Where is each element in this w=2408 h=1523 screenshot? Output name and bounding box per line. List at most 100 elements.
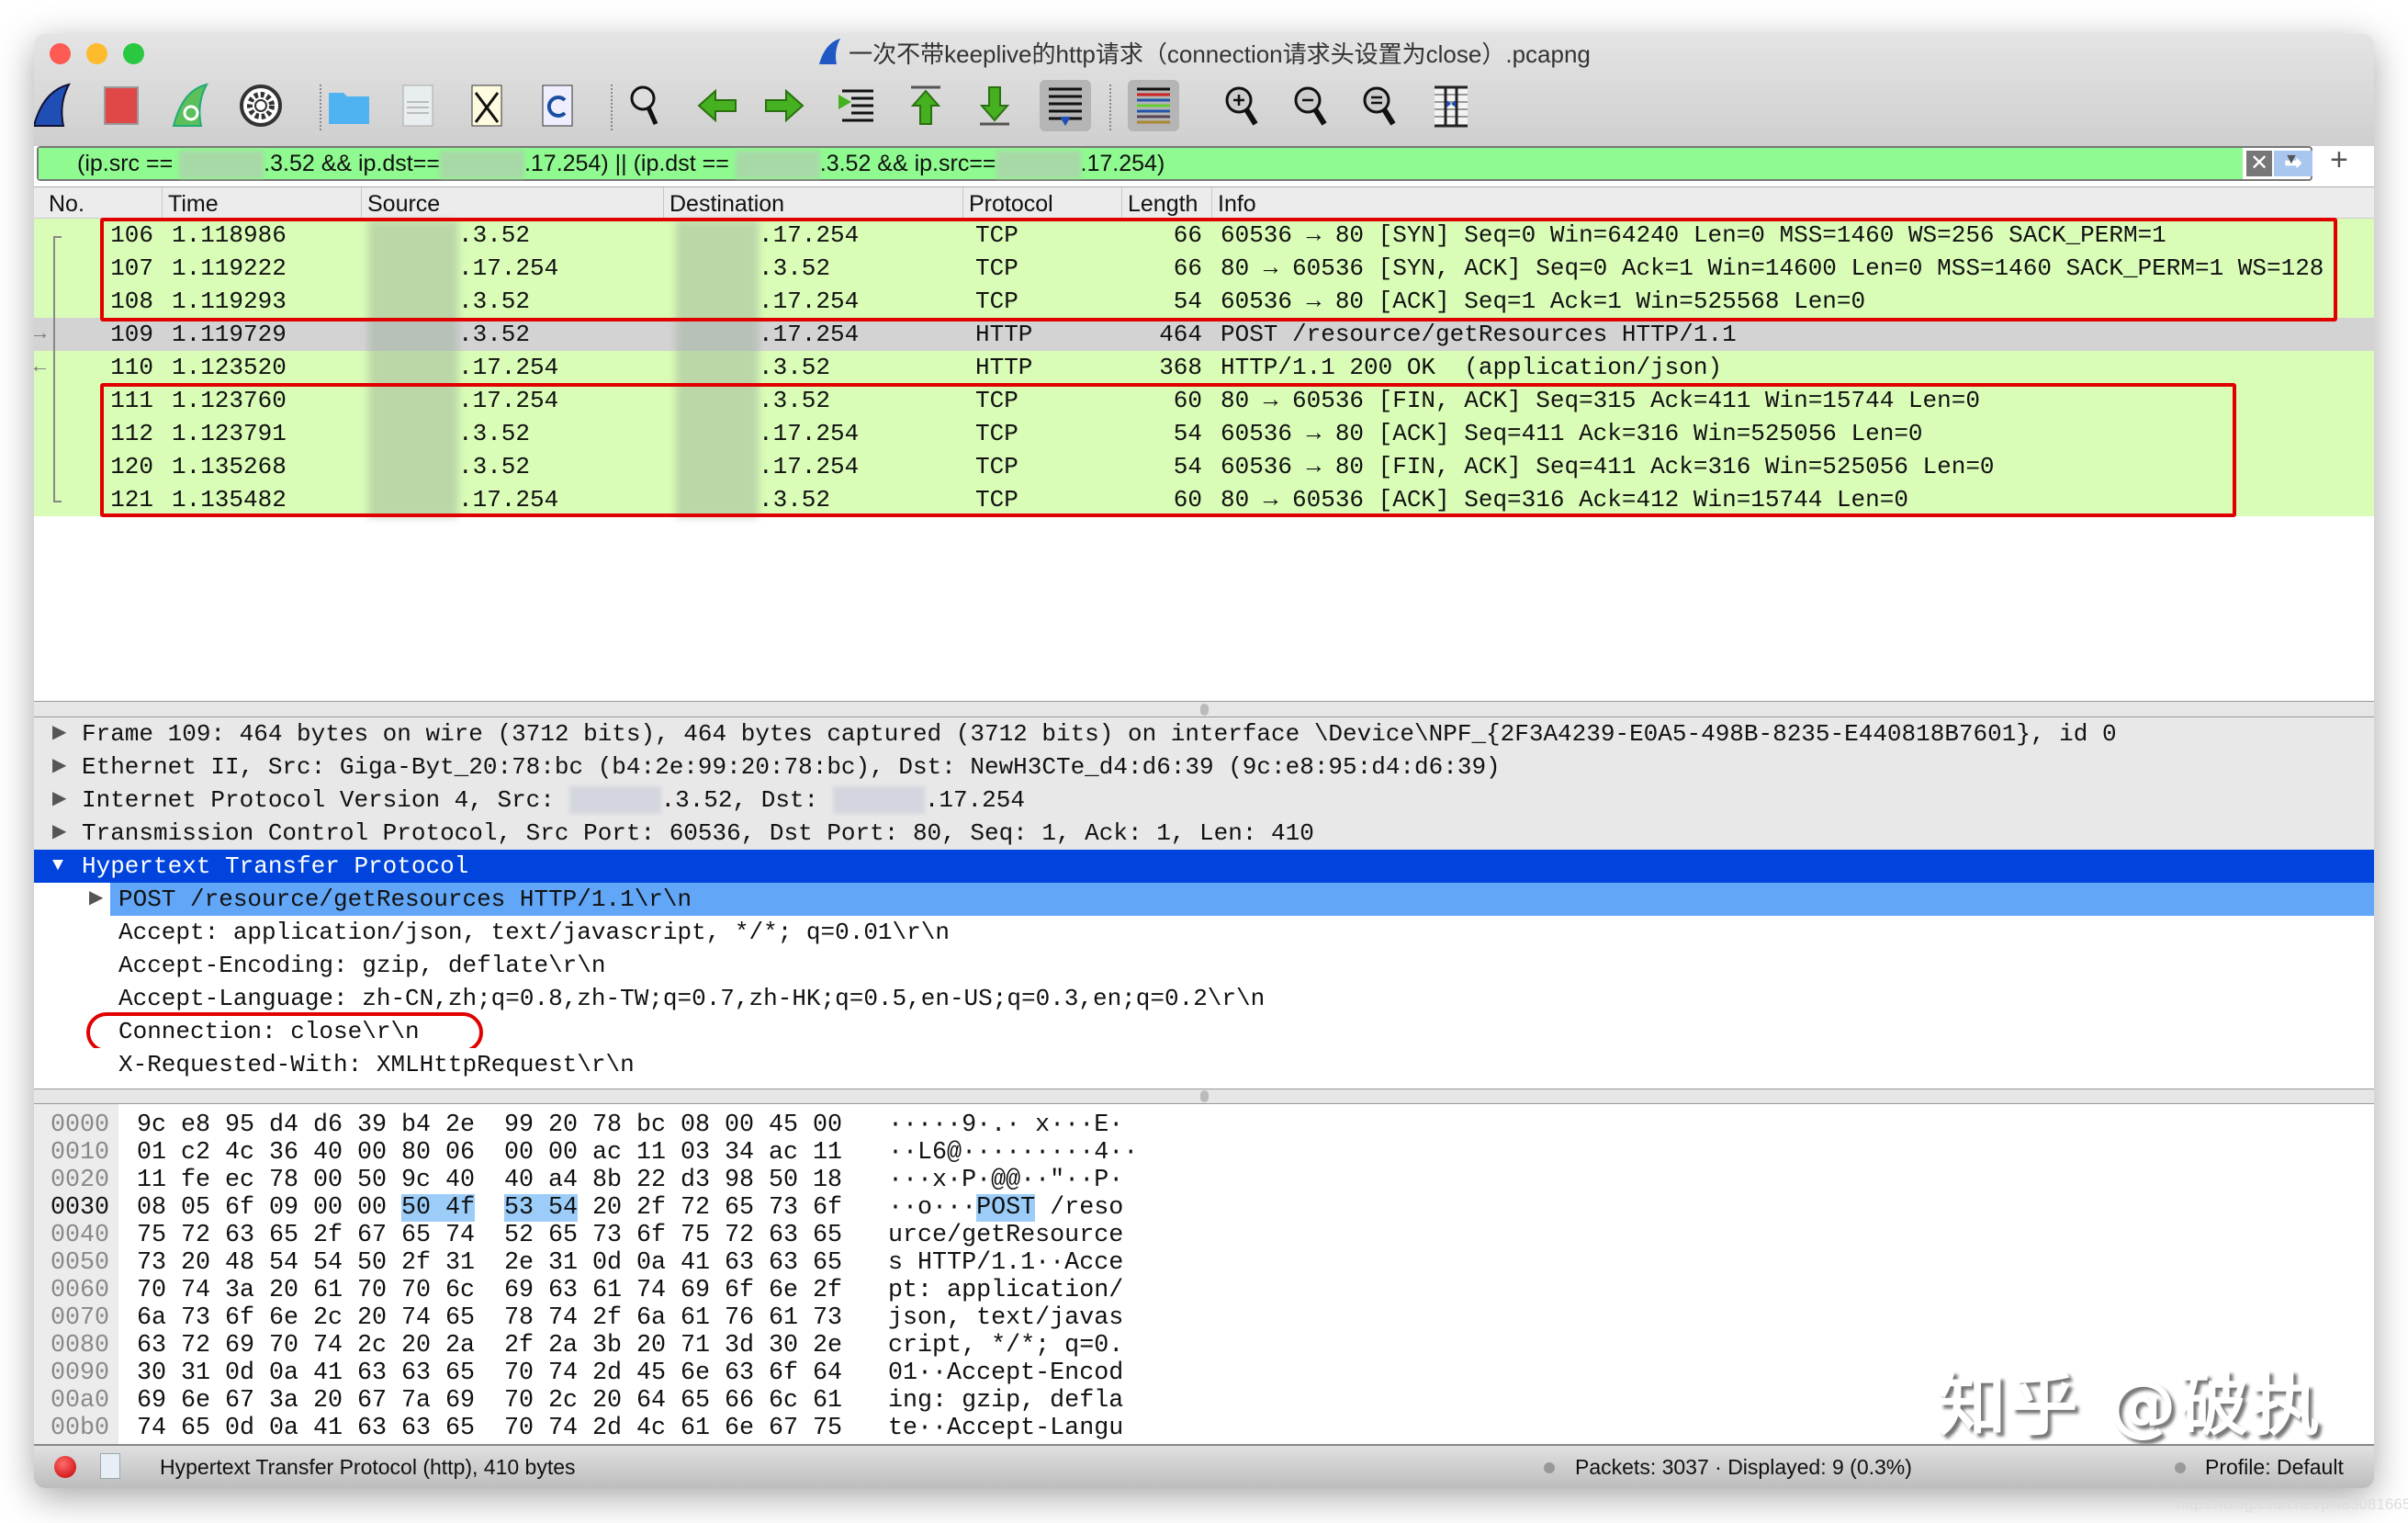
- hex-byte[interactable]: 61: [681, 1415, 710, 1442]
- hex-byte[interactable]: 78: [592, 1111, 622, 1139]
- hex-byte[interactable]: 76: [725, 1304, 754, 1332]
- hex-byte[interactable]: 80: [401, 1139, 431, 1167]
- collapsed-triangle-icon[interactable]: ▶: [52, 784, 66, 817]
- close-file-button[interactable]: [461, 80, 512, 131]
- hex-byte[interactable]: 09: [269, 1194, 298, 1222]
- display-filter-bar[interactable]: (ip.src == .3.52 && ip.dst== .17.254) || …: [37, 146, 2312, 181]
- hex-byte[interactable]: 74: [548, 1304, 578, 1332]
- detail-row[interactable]: ▶ Internet Protocol Version 4, Src: .3.52…: [34, 784, 2374, 817]
- hex-byte[interactable]: 0d: [592, 1249, 622, 1277]
- hex-byte[interactable]: 73: [592, 1222, 622, 1249]
- column-header-info[interactable]: Info: [1211, 187, 1256, 219]
- hex-byte[interactable]: 00: [548, 1139, 578, 1167]
- hex-byte[interactable]: 6e: [181, 1387, 210, 1415]
- hex-byte[interactable]: 0d: [225, 1415, 254, 1442]
- hex-byte[interactable]: 05: [181, 1194, 210, 1222]
- hex-byte[interactable]: 8b: [592, 1167, 622, 1194]
- hex-byte[interactable]: 70: [137, 1277, 166, 1304]
- column-header-time[interactable]: Time: [162, 187, 219, 219]
- hex-byte[interactable]: 74: [137, 1415, 166, 1442]
- column-header-length[interactable]: Length: [1121, 187, 1198, 219]
- hex-byte[interactable]: c2: [181, 1139, 210, 1167]
- hex-byte[interactable]: 00: [313, 1194, 343, 1222]
- pane-splitter[interactable]: [34, 1089, 2374, 1104]
- hex-byte[interactable]: 40: [504, 1167, 534, 1194]
- hex-byte[interactable]: 65: [548, 1222, 578, 1249]
- detail-row[interactable]: ▶ Frame 109: 464 bytes on wire (3712 bits…: [34, 717, 2374, 750]
- hex-byte[interactable]: 70: [504, 1415, 534, 1442]
- hex-byte[interactable]: 6e: [681, 1359, 710, 1387]
- hex-byte[interactable]: 73: [769, 1194, 798, 1222]
- go-to-packet-button[interactable]: [831, 80, 883, 131]
- hex-byte[interactable]: 0a: [269, 1359, 298, 1387]
- hex-byte[interactable]: 7a: [401, 1387, 431, 1415]
- detail-row[interactable]: X-Requested-With: XMLHttpRequest\r\n: [34, 1048, 2374, 1081]
- display-filter-input[interactable]: (ip.src == .3.52 && ip.dst== .17.254) || …: [39, 148, 2243, 179]
- open-file-button[interactable]: [323, 80, 375, 131]
- hex-byte[interactable]: 64: [813, 1359, 842, 1387]
- hex-byte[interactable]: 30: [769, 1332, 798, 1359]
- collapsed-triangle-icon[interactable]: ▶: [52, 817, 66, 850]
- hex-byte[interactable]: 50: [401, 1194, 445, 1222]
- hex-byte[interactable]: 65: [445, 1359, 475, 1387]
- detail-row[interactable]: Accept-Encoding: gzip, deflate\r\n: [34, 949, 2374, 982]
- hex-byte[interactable]: 70: [401, 1277, 431, 1304]
- add-filter-button[interactable]: +: [2330, 142, 2348, 178]
- hex-byte[interactable]: 2c: [357, 1332, 387, 1359]
- hex-byte[interactable]: 61: [681, 1304, 710, 1332]
- hex-byte[interactable]: e8: [181, 1111, 210, 1139]
- hex-byte[interactable]: 0a: [636, 1249, 666, 1277]
- hex-byte[interactable]: 54: [313, 1249, 343, 1277]
- hex-byte[interactable]: 6f: [225, 1304, 254, 1332]
- hex-byte[interactable]: 61: [813, 1387, 842, 1415]
- hex-byte[interactable]: 67: [357, 1387, 387, 1415]
- resize-columns-button[interactable]: [1425, 80, 1477, 131]
- hex-byte[interactable]: 2f: [813, 1277, 842, 1304]
- hex-byte[interactable]: 72: [181, 1222, 210, 1249]
- profile-label[interactable]: Profile: Default: [2205, 1455, 2344, 1480]
- zoom-out-button[interactable]: [1286, 80, 1337, 131]
- hex-byte[interactable]: 20: [269, 1277, 298, 1304]
- hex-byte[interactable]: d4: [269, 1111, 298, 1139]
- hex-byte[interactable]: 65: [269, 1222, 298, 1249]
- ascii-text[interactable]: cript, */*; q=0.: [888, 1332, 1123, 1359]
- hex-byte[interactable]: 20: [592, 1387, 622, 1415]
- detail-row[interactable]: ▶ POST /resource/getResources HTTP/1.1\r\…: [34, 883, 2374, 916]
- collapsed-triangle-icon[interactable]: ▶: [89, 883, 103, 916]
- hex-byte[interactable]: 63: [357, 1359, 387, 1387]
- hex-byte[interactable]: 2f: [504, 1332, 534, 1359]
- hex-byte[interactable]: 75: [813, 1415, 842, 1442]
- expert-info-icon[interactable]: [54, 1456, 76, 1478]
- ascii-text[interactable]: ··L6@·········4··: [888, 1139, 1138, 1167]
- hex-byte[interactable]: 65: [401, 1222, 431, 1249]
- column-header-destination[interactable]: Destination: [663, 187, 784, 219]
- ascii-text[interactable]: ·····9·.· x···E·: [888, 1111, 1123, 1139]
- hex-byte[interactable]: 61: [592, 1277, 622, 1304]
- hex-byte[interactable]: 74: [181, 1277, 210, 1304]
- hex-byte[interactable]: 41: [313, 1415, 343, 1442]
- hex-byte[interactable]: 72: [681, 1194, 710, 1222]
- hex-byte[interactable]: d3: [681, 1167, 710, 1194]
- zoom-in-button[interactable]: [1217, 80, 1268, 131]
- hex-byte[interactable]: 01: [137, 1139, 166, 1167]
- hex-byte[interactable]: 65: [445, 1415, 475, 1442]
- hex-byte[interactable]: 74: [313, 1332, 343, 1359]
- column-header-no[interactable]: No.: [43, 187, 84, 219]
- hex-byte[interactable]: 78: [269, 1167, 298, 1194]
- detail-row[interactable]: ▶ Ethernet II, Src: Giga-Byt_20:78:bc (b4…: [34, 750, 2374, 784]
- hex-byte[interactable]: 4c: [636, 1415, 666, 1442]
- hex-byte[interactable]: a4: [548, 1167, 578, 1194]
- hex-byte[interactable]: 95: [225, 1111, 254, 1139]
- hex-byte[interactable]: 6a: [137, 1304, 166, 1332]
- pane-splitter[interactable]: [34, 701, 2374, 717]
- hex-byte[interactable]: 20: [401, 1332, 431, 1359]
- hex-byte[interactable]: 70: [357, 1277, 387, 1304]
- hex-byte[interactable]: 63: [548, 1277, 578, 1304]
- hex-byte[interactable]: 41: [681, 1249, 710, 1277]
- hex-byte[interactable]: 06: [445, 1139, 475, 1167]
- hex-byte[interactable]: 70: [504, 1387, 534, 1415]
- clear-filter-icon[interactable]: ✕: [2246, 151, 2272, 176]
- hex-byte[interactable]: 00: [357, 1194, 387, 1222]
- hex-byte[interactable]: 67: [357, 1222, 387, 1249]
- hex-byte[interactable]: 74: [548, 1359, 578, 1387]
